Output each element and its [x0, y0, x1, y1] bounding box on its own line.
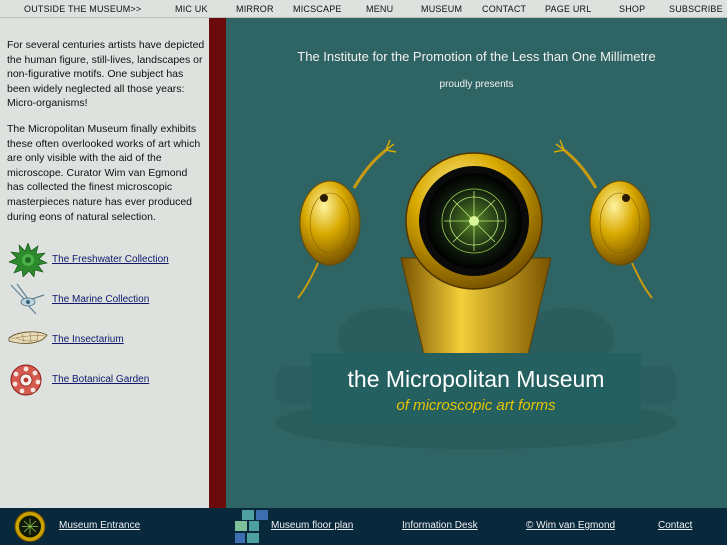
museum-tagline: of microscopic art forms [396, 397, 556, 414]
left-panel: For several centuries artists have depic… [0, 18, 209, 508]
museum-floor-plan-link[interactable]: Museum floor plan [271, 520, 353, 531]
main-hero: The Institute for the Promotion of the L… [226, 18, 727, 508]
copyright-link[interactable]: © Wim van Egmond [526, 520, 615, 531]
museum-entrance-link[interactable]: Museum Entrance [59, 520, 140, 531]
museum-entrance-logo-icon[interactable] [11, 510, 49, 543]
museum-name: the Micropolitan Museum [347, 366, 605, 392]
collection-freshwater[interactable]: The Freshwater Collection [8, 243, 208, 277]
floor-plan-icon[interactable] [232, 508, 270, 545]
presents-text: proudly presents [439, 79, 514, 90]
collection-marine-link[interactable]: The Marine Collection [52, 294, 149, 305]
green-spiky-microorganism-icon[interactable] [8, 243, 48, 277]
nav-menu[interactable]: MENU [366, 4, 393, 14]
intro-paragraph-2: The Micropolitan Museum finally exhibits… [7, 123, 201, 223]
insect-wing-icon[interactable] [8, 323, 48, 357]
nav-micscape[interactable]: MICSCAPE [293, 4, 342, 14]
nav-museum[interactable]: MUSEUM [421, 4, 462, 14]
top-nav: OUTSIDE THE MUSEUM>> MIC UK MIRROR MICSC… [0, 0, 727, 18]
institute-title: The Institute for the Promotion of the L… [297, 49, 656, 64]
nav-mirror[interactable]: MIRROR [236, 4, 274, 14]
red-divider [209, 18, 226, 545]
collection-insectarium-link[interactable]: The Insectarium [52, 334, 124, 345]
collection-marine[interactable]: The Marine Collection [8, 283, 208, 317]
intro-paragraph-1: For several centuries artists have depic… [7, 39, 205, 110]
museum-banner: the Micropolitan Museum of microscopic a… [311, 353, 641, 423]
nav-contact[interactable]: CONTACT [482, 4, 526, 14]
nav-mic-uk[interactable]: MIC UK [175, 4, 208, 14]
collection-botanical-garden-link[interactable]: The Botanical Garden [52, 374, 149, 385]
nav-page-url[interactable]: PAGE URL [545, 4, 591, 14]
marine-larva-icon[interactable] [8, 283, 48, 317]
hero-illustration [276, 139, 676, 449]
collection-insectarium[interactable]: The Insectarium [8, 323, 208, 357]
bottom-bar: Museum Entrance Museum floor plan Inform… [0, 508, 727, 545]
nav-shop[interactable]: SHOP [619, 4, 645, 14]
nav-outside-the-museum[interactable]: OUTSIDE THE MUSEUM>> [24, 4, 141, 14]
collection-botanical-garden[interactable]: The Botanical Garden [8, 363, 208, 397]
collection-freshwater-link[interactable]: The Freshwater Collection [52, 254, 169, 265]
footer-contact-link[interactable]: Contact [658, 520, 692, 531]
nav-subscribe[interactable]: SUBSCRIBE [669, 4, 723, 14]
red-pollen-cell-icon[interactable] [8, 363, 48, 397]
information-desk-link[interactable]: Information Desk [402, 520, 478, 531]
